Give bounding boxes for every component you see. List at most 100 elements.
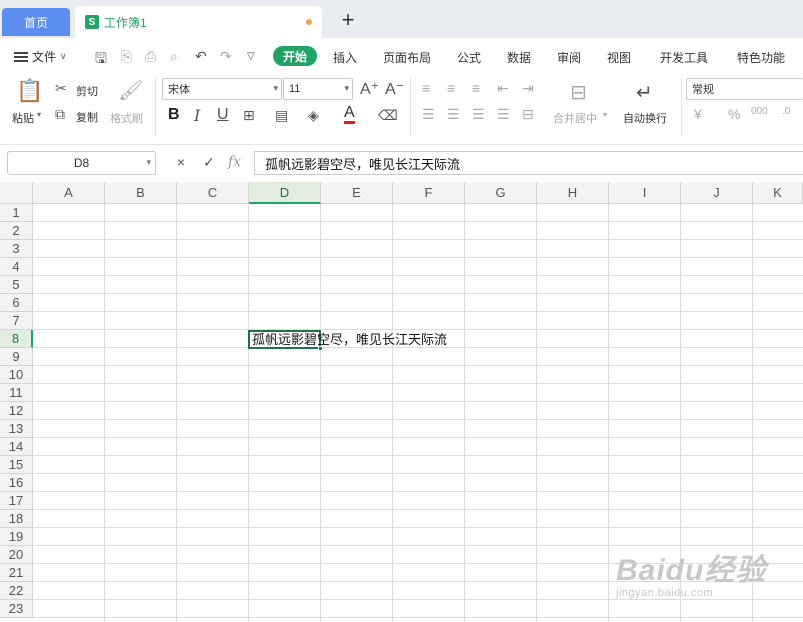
align-bottom-icon[interactable]: ≡: [472, 80, 480, 96]
column-header-j[interactable]: J: [681, 182, 753, 204]
copy-icon[interactable]: ⧉: [55, 106, 65, 123]
underline-button[interactable]: U: [217, 106, 229, 124]
row-header-6[interactable]: 6: [0, 294, 33, 312]
row-header-4[interactable]: 4: [0, 258, 33, 276]
wrap-text-icon[interactable]: ↵: [636, 80, 653, 105]
row-header-15[interactable]: 15: [0, 456, 33, 474]
merge-center-button[interactable]: 合并居中: [553, 110, 597, 126]
row-header-16[interactable]: 16: [0, 474, 33, 492]
clipboard-icon[interactable]: 📋: [16, 78, 43, 104]
row-header-12[interactable]: 12: [0, 402, 33, 420]
new-tab-button[interactable]: +: [337, 7, 359, 32]
number-format-select[interactable]: 常规: [686, 78, 803, 100]
menu-insert[interactable]: 插入: [333, 49, 357, 66]
format-painter-button[interactable]: 格式刷: [110, 110, 143, 126]
row-header-5[interactable]: 5: [0, 276, 33, 294]
row-header-18[interactable]: 18: [0, 510, 33, 528]
row-header-1[interactable]: 1: [0, 204, 33, 222]
insert-function-icon[interactable]: fx: [228, 154, 241, 170]
column-header-i[interactable]: I: [609, 182, 681, 204]
menu-review[interactable]: 审阅: [557, 49, 581, 66]
row-header-21[interactable]: 21: [0, 564, 33, 582]
thousands-button[interactable]: 000: [751, 106, 768, 117]
export-icon[interactable]: ⎘: [121, 48, 132, 65]
row-header-17[interactable]: 17: [0, 492, 33, 510]
menu-developer[interactable]: 开发工具: [660, 49, 708, 66]
row-header-7[interactable]: 7: [0, 312, 33, 330]
justify-icon[interactable]: ☰: [497, 106, 510, 123]
row-header-2[interactable]: 2: [0, 222, 33, 240]
column-header-k[interactable]: K: [753, 182, 803, 204]
merge-dropdown-icon[interactable]: ▾: [603, 110, 607, 119]
fill-color-icon[interactable]: ◈: [308, 107, 319, 124]
row-header-20[interactable]: 20: [0, 546, 33, 564]
menu-page-layout[interactable]: 页面布局: [383, 49, 431, 66]
font-color-button[interactable]: A: [344, 105, 355, 124]
eraser-icon[interactable]: ⌫: [378, 107, 398, 124]
row-header-13[interactable]: 13: [0, 420, 33, 438]
font-name-select[interactable]: 宋体 ▾: [162, 78, 282, 100]
row-header-14[interactable]: 14: [0, 438, 33, 456]
column-header-f[interactable]: F: [393, 182, 465, 204]
bold-button[interactable]: B: [168, 106, 180, 124]
font-size-select[interactable]: 11 ▾: [283, 78, 353, 100]
cut-button[interactable]: 剪切: [76, 83, 98, 99]
row-header-10[interactable]: 10: [0, 366, 33, 384]
row-header-19[interactable]: 19: [0, 528, 33, 546]
row-header-22[interactable]: 22: [0, 582, 33, 600]
name-box[interactable]: D8 ▾: [7, 151, 156, 175]
align-right-icon[interactable]: ☰: [472, 106, 485, 123]
copy-button[interactable]: 复制: [76, 109, 98, 125]
border-icon[interactable]: ⊞: [243, 107, 255, 124]
scissors-icon[interactable]: ✂: [55, 80, 67, 97]
row-header-8[interactable]: 8: [0, 330, 33, 348]
row-header-23[interactable]: 23: [0, 600, 33, 618]
customize-toolbar-icon[interactable]: ▽: [247, 51, 255, 62]
select-all-corner[interactable]: [0, 182, 33, 204]
decrease-font-icon[interactable]: A⁻: [385, 79, 404, 99]
menu-view[interactable]: 视图: [607, 49, 631, 66]
increase-font-icon[interactable]: A⁺: [360, 79, 379, 99]
decrease-indent-icon[interactable]: ⇤: [497, 80, 509, 97]
align-left-icon[interactable]: ☰: [422, 106, 435, 123]
align-center-icon[interactable]: ☰: [447, 106, 460, 123]
column-header-g[interactable]: G: [465, 182, 537, 204]
confirm-icon[interactable]: ✓: [203, 154, 215, 171]
paste-button[interactable]: 粘贴: [12, 110, 34, 126]
menu-formulas[interactable]: 公式: [457, 49, 481, 66]
italic-button[interactable]: I: [194, 106, 200, 125]
distribute-icon[interactable]: ⊟: [522, 106, 534, 123]
percent-button[interactable]: %: [728, 106, 740, 122]
tab-workbook[interactable]: S 工作簿1: [75, 6, 322, 38]
cancel-icon[interactable]: ×: [177, 154, 185, 170]
undo-icon[interactable]: ↶: [195, 48, 207, 65]
currency-button[interactable]: ¥: [694, 106, 702, 122]
row-header-11[interactable]: 11: [0, 384, 33, 402]
wrap-text-button[interactable]: 自动换行: [623, 110, 667, 126]
increase-indent-icon[interactable]: ⇥: [522, 80, 534, 97]
column-header-h[interactable]: H: [537, 182, 609, 204]
cell-style-icon[interactable]: ▤: [275, 107, 288, 124]
print-icon[interactable]: ⎙: [145, 48, 156, 65]
menu-file[interactable]: 文件 ∨: [14, 48, 67, 65]
save-icon[interactable]: 🖫: [95, 48, 107, 72]
column-header-c[interactable]: C: [177, 182, 249, 204]
align-middle-icon[interactable]: ≡: [447, 80, 455, 96]
menu-special[interactable]: 特色功能: [737, 49, 785, 66]
decimal-icon[interactable]: .0: [782, 106, 790, 117]
column-header-a[interactable]: A: [33, 182, 105, 204]
menu-start[interactable]: 开始: [273, 46, 317, 66]
format-painter-icon[interactable]: 🖌: [118, 78, 143, 103]
row-header-3[interactable]: 3: [0, 240, 33, 258]
redo-icon[interactable]: ↷: [220, 48, 232, 65]
paste-dropdown-icon[interactable]: ▾: [37, 110, 41, 119]
print-preview-icon[interactable]: ⌕: [170, 48, 178, 65]
menu-data[interactable]: 数据: [507, 49, 531, 66]
formula-input[interactable]: 孤帆远影碧空尽，唯见长江天际流: [254, 151, 803, 175]
merge-center-icon[interactable]: ⊟: [570, 80, 587, 105]
row-header-9[interactable]: 9: [0, 348, 33, 366]
column-header-e[interactable]: E: [321, 182, 393, 204]
column-header-b[interactable]: B: [105, 182, 177, 204]
tab-home[interactable]: 首页: [2, 8, 70, 36]
column-header-d[interactable]: D: [249, 182, 321, 204]
